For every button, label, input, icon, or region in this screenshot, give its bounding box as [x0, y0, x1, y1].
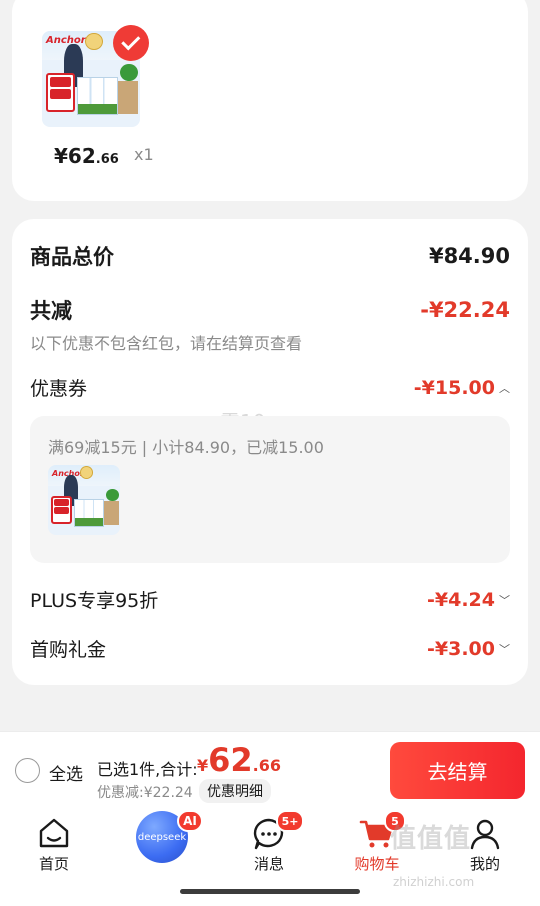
saved-amount: 优惠减:¥22.24 [97, 785, 193, 801]
first-purchase-label: 首购礼金 [30, 639, 107, 661]
home-indicator [180, 889, 360, 894]
selected-check-icon[interactable] [113, 25, 149, 61]
coupon-row[interactable]: 优惠券 -¥15.00 ︿ [30, 374, 510, 401]
discount-note: 以下优惠不包含红包，请在结算页查看 [30, 334, 303, 353]
site-watermark-url: zhizhizhi.com [393, 875, 475, 889]
total-price-label: 商品总价 [30, 245, 114, 269]
selected-summary: 已选1件,合计: [97, 760, 198, 779]
total-reduce-value: -¥22.24 [420, 298, 510, 322]
tab-messages-label: 消息 [253, 855, 284, 873]
first-purchase-row[interactable]: 首购礼金 -¥3.00 ﹀ [30, 635, 510, 662]
profile-icon [470, 819, 500, 850]
tab-mine-label: 我的 [469, 855, 500, 873]
coupon-label: 优惠券 [30, 378, 88, 400]
ai-badge: AI [177, 810, 203, 832]
total-price-value: ¥84.90 [428, 244, 510, 268]
plus-discount-label: PLUS专享95折 [30, 590, 159, 612]
select-all-radio[interactable] [15, 758, 40, 783]
total-reduce-label: 共减 [30, 299, 72, 323]
tab-home-label: 首页 [38, 855, 69, 873]
site-watermark: 值值值 [390, 824, 472, 854]
product-quantity: x1 [134, 145, 154, 164]
product-price: ¥62.66 [54, 144, 119, 168]
checkout-bar: 全选 已选1件,合计: ¥62.66 优惠减:¥22.24 优惠明细 去结算 [0, 731, 540, 807]
chevron-up-icon[interactable]: ︿ [499, 380, 510, 396]
chevron-down-icon[interactable]: ﹀ [499, 641, 510, 657]
plus-discount-value[interactable]: -¥4.24 ﹀ [427, 589, 510, 611]
total-price-row: 商品总价 ¥84.90 [30, 241, 510, 271]
total-reduce-row: 共减 -¥22.24 [30, 295, 510, 325]
messages-badge: 5+ [276, 810, 304, 832]
product-card: Anchor ¥62.66 x1 [12, 0, 528, 201]
select-all-label[interactable]: 全选 [49, 760, 83, 785]
chevron-down-icon[interactable]: ﹀ [499, 592, 510, 608]
coupon-product-image: Anchor [48, 465, 120, 535]
discount-detail-button[interactable]: 优惠明细 [199, 779, 271, 803]
coupon-detail-panel: 满69减15元 | 小计84.90，已减15.00 Anchor [30, 416, 510, 563]
checkout-total: ¥62.66 [197, 741, 282, 779]
coupon-detail-text: 满69减15元 | 小计84.90，已减15.00 [48, 438, 324, 457]
checkout-button[interactable]: 去结算 [390, 742, 525, 799]
coupon-value[interactable]: -¥15.00 ︿ [414, 377, 510, 399]
tab-cart-label: 购物车 [354, 855, 400, 873]
first-purchase-value[interactable]: -¥3.00 ﹀ [427, 638, 510, 660]
plus-discount-row[interactable]: PLUS专享95折 -¥4.24 ﹀ [30, 586, 510, 613]
tab-home[interactable]: 首页 [14, 807, 94, 877]
home-icon [39, 818, 69, 848]
